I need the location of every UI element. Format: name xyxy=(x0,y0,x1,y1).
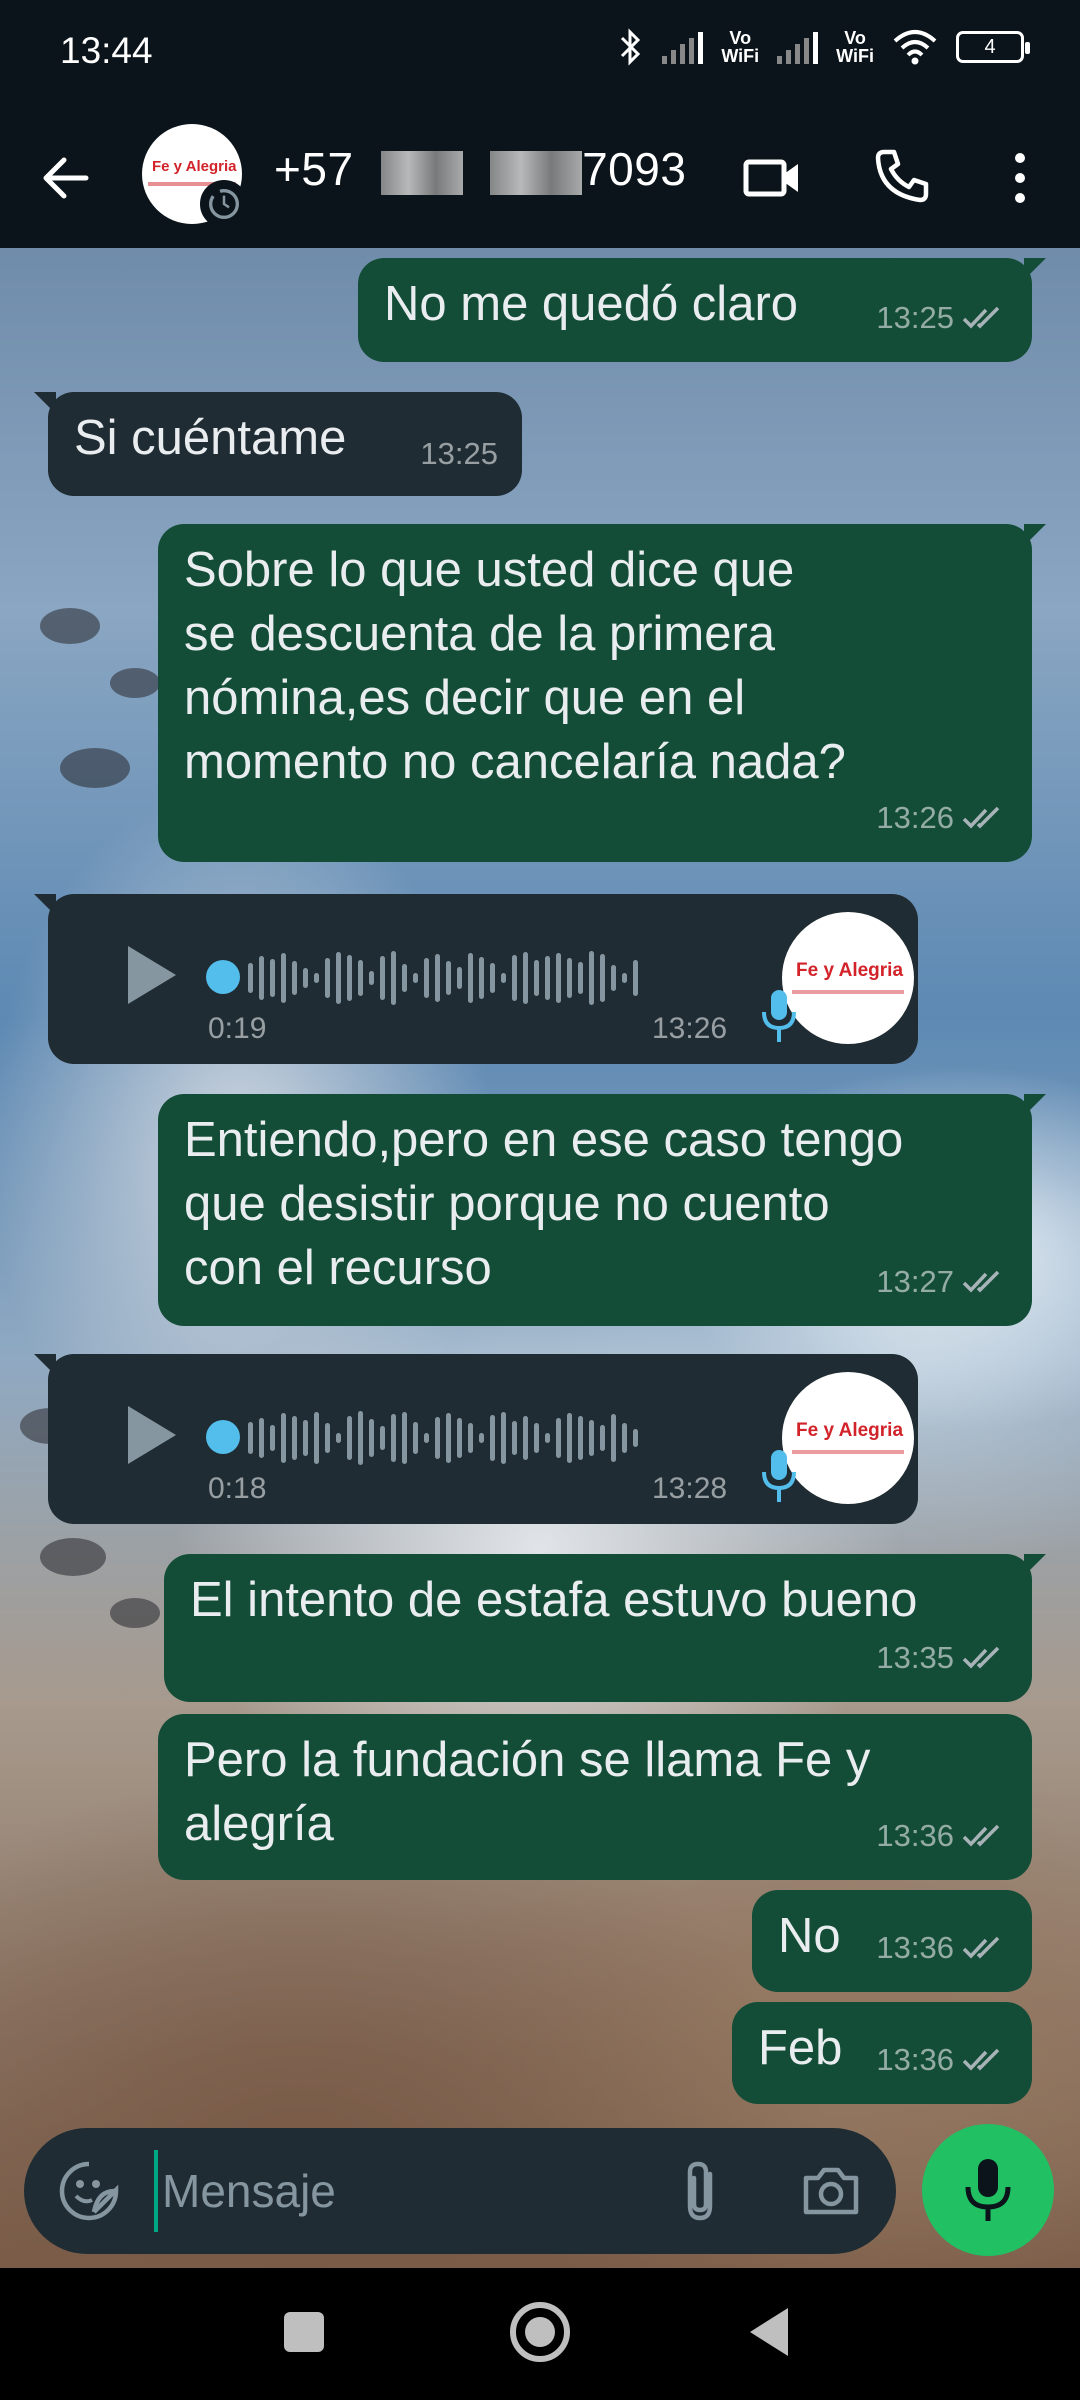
video-call-icon[interactable] xyxy=(740,146,804,210)
emoji-sticker-icon[interactable] xyxy=(58,2160,120,2222)
read-ticks-icon xyxy=(962,1824,1000,1847)
more-options-icon[interactable] xyxy=(1000,146,1040,210)
vowifi-label-1: Vo WiFi xyxy=(721,28,760,66)
read-ticks-icon xyxy=(962,806,1000,829)
message-time: 13:26 xyxy=(652,1012,728,1045)
avatar-logo-stripe xyxy=(792,990,904,994)
wallpaper-spot xyxy=(40,608,100,644)
message-bubble-outgoing[interactable]: Entiendo,pero en ese caso tengo que desi… xyxy=(158,1094,1046,1326)
home-button[interactable] xyxy=(510,2302,570,2362)
message-bubble-outgoing[interactable]: Pero la fundación se llama Fe y alegría … xyxy=(158,1714,1032,1880)
contact-name[interactable]: +57 7093 xyxy=(274,142,686,196)
signal-strength-icon xyxy=(662,30,704,64)
message-time: 13:28 xyxy=(652,1472,728,1505)
message-meta: 13:25 xyxy=(420,422,498,486)
signal-strength-icon-2 xyxy=(777,30,819,64)
redacted-block-2 xyxy=(490,150,583,195)
vowifi-label-2: Vo WiFi xyxy=(836,28,874,66)
disappearing-timer-icon xyxy=(200,180,248,228)
play-icon[interactable] xyxy=(118,940,182,1010)
message-meta: 13:36 xyxy=(876,1804,1008,1868)
chat-header: Fe y Alegria +57 7093 xyxy=(0,110,1080,248)
microphone-icon xyxy=(762,1450,796,1502)
chat-message-list[interactable]: No me quedó claro 13:25 Si cuéntame 13:2… xyxy=(0,248,1080,2268)
contact-phone-suffix: 7093 xyxy=(582,143,687,195)
system-navigation-bar xyxy=(0,2268,1080,2400)
read-ticks-icon xyxy=(962,1646,1000,1669)
message-time: 13:36 xyxy=(876,1930,954,1965)
message-composer xyxy=(24,2128,896,2254)
back-arrow-icon[interactable] xyxy=(38,150,94,206)
audio-waveform[interactable] xyxy=(248,938,638,1018)
paperclip-icon[interactable] xyxy=(674,2158,730,2224)
battery-icon: 4 xyxy=(956,31,1030,63)
message-bubble-outgoing[interactable]: No 13:36 xyxy=(752,1890,1032,1992)
contact-phone-prefix: +57 xyxy=(274,143,354,195)
read-ticks-icon xyxy=(962,1270,1000,1293)
status-icons: Vo WiFi Vo WiFi 4 xyxy=(618,28,1030,66)
wifi-icon xyxy=(893,30,937,65)
avatar-logo-text: Fe y Alegria xyxy=(796,960,904,981)
voice-record-button[interactable] xyxy=(922,2124,1054,2256)
sender-avatar: Fe y Alegria xyxy=(782,912,914,1044)
wallpaper-spot xyxy=(110,1598,160,1628)
message-time: 13:25 xyxy=(876,300,954,335)
message-meta: 13:27 xyxy=(876,1250,1008,1314)
avatar-logo-stripe xyxy=(792,1450,904,1454)
message-bubble-outgoing[interactable]: Sobre lo que usted dice que se descuenta… xyxy=(158,524,1046,862)
message-meta: 13:25 xyxy=(876,286,1008,350)
phone-call-icon[interactable] xyxy=(870,144,934,208)
microphone-icon xyxy=(965,2159,1011,2221)
status-time: 13:44 xyxy=(60,30,153,71)
playback-position-handle[interactable] xyxy=(206,960,240,994)
message-bubble-incoming[interactable]: Si cuéntame 13:25 xyxy=(34,392,522,496)
message-meta: 13:26 xyxy=(876,786,1008,850)
message-meta: 13:36 xyxy=(876,1916,1008,1980)
wallpaper-spot xyxy=(60,748,130,788)
playback-position-handle[interactable] xyxy=(206,1420,240,1454)
message-bubble-outgoing[interactable]: Feb 13:36 xyxy=(732,2002,1032,2104)
message-time: 13:25 xyxy=(420,436,498,471)
voice-message-incoming[interactable]: 0:18 13:28 Fe y Alegria xyxy=(34,1354,918,1524)
message-time: 13:26 xyxy=(876,800,954,835)
avatar-logo-text: Fe y Alegria xyxy=(796,1420,904,1441)
sender-avatar: Fe y Alegria xyxy=(782,1372,914,1504)
voice-message-incoming[interactable]: 0:19 13:26 Fe y Alegria xyxy=(34,894,918,1064)
message-bubble-outgoing[interactable]: El intento de estafa estuvo bueno 13:35 xyxy=(164,1554,1046,1702)
status-bar: 13:44 Vo WiFi Vo WiFi 4 xyxy=(0,0,1080,110)
microphone-icon xyxy=(762,990,796,1042)
redacted-block-1 xyxy=(380,150,463,195)
read-ticks-icon xyxy=(962,2048,1000,2071)
message-input[interactable] xyxy=(154,2150,674,2232)
audio-waveform[interactable] xyxy=(248,1398,638,1478)
read-ticks-icon xyxy=(962,1936,1000,1959)
wallpaper-spot xyxy=(110,668,160,698)
message-text: El intento de estafa estuvo bueno xyxy=(190,1573,918,1627)
bluetooth-icon xyxy=(621,28,641,66)
message-bubble-outgoing[interactable]: No me quedó claro 13:25 xyxy=(358,258,1046,362)
message-meta: 13:35 xyxy=(876,1626,1008,1690)
message-time: 13:36 xyxy=(876,2042,954,2077)
avatar-logo-text: Fe y Alegria xyxy=(152,158,237,175)
wallpaper-spot xyxy=(40,1538,106,1576)
system-back-button[interactable] xyxy=(750,2308,788,2356)
read-ticks-icon xyxy=(962,306,1000,329)
message-meta: 13:36 xyxy=(876,2028,1008,2092)
play-icon[interactable] xyxy=(118,1400,182,1470)
voice-duration: 0:19 xyxy=(208,1012,267,1045)
voice-duration: 0:18 xyxy=(208,1472,267,1505)
message-time: 13:27 xyxy=(876,1264,954,1299)
camera-icon[interactable] xyxy=(800,2160,862,2222)
message-text: Sobre lo que usted dice que se descuenta… xyxy=(184,543,846,789)
message-time: 13:35 xyxy=(876,1640,954,1675)
message-time: 13:36 xyxy=(876,1818,954,1853)
recent-apps-button[interactable] xyxy=(284,2312,324,2352)
